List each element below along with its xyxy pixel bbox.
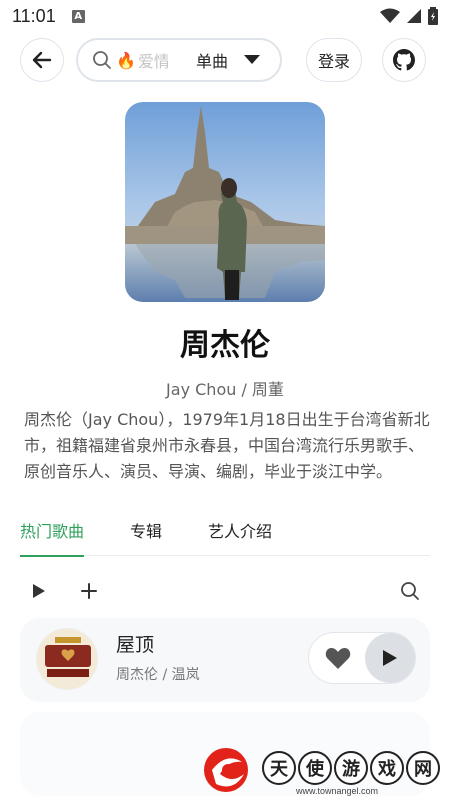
tab-bar: 热门歌曲 专辑 艺人介绍 [20, 508, 430, 557]
search-type-select[interactable]: 单曲 [196, 40, 260, 80]
notification-icon: A [71, 9, 85, 23]
play-all-button[interactable] [22, 574, 56, 608]
search-icon [401, 582, 419, 600]
plus-icon [81, 583, 97, 599]
search-icon [93, 51, 111, 69]
watermark-char: 天 [262, 751, 296, 785]
artist-alias: Jay Chou / 周董 [166, 380, 284, 399]
watermark-char: 网 [406, 751, 440, 785]
search-placeholder: 爱情 [137, 52, 168, 71]
album-art [37, 629, 97, 689]
top-bar: 🔥 爱情 单曲 登录 [0, 38, 450, 84]
song-toolbar [20, 574, 430, 608]
search-type-label: 单曲 [195, 52, 228, 71]
search-box[interactable]: 🔥 爱情 单曲 [76, 38, 282, 82]
caret-down-icon [244, 55, 260, 64]
song-title: 屋顶 [116, 634, 155, 656]
login-button[interactable]: 登录 [306, 38, 362, 82]
artist-bio[interactable]: 周杰伦（Jay Chou），1979年1月18日出生于台湾省新北市，祖籍福建省泉… [24, 407, 430, 485]
github-button[interactable] [382, 38, 426, 82]
arrow-left-icon [32, 51, 52, 69]
watermark-char: 游 [334, 751, 368, 785]
battery-icon [428, 7, 438, 25]
artist-photo [125, 102, 325, 302]
tab-artist-intro[interactable]: 艺人介绍 [208, 508, 272, 556]
play-song-button[interactable] [365, 633, 415, 683]
watermark-url: www.townangel.com [296, 786, 379, 796]
search-songs-button[interactable] [393, 574, 427, 608]
status-icons [380, 7, 438, 25]
tab-hot-songs[interactable]: 热门歌曲 [20, 508, 85, 557]
fire-icon: 🔥 [116, 50, 136, 70]
song-actions [308, 632, 416, 684]
site-logo-icon [204, 748, 248, 792]
play-icon [33, 584, 45, 598]
signal-icon [407, 9, 421, 23]
heart-icon [325, 648, 351, 669]
like-button[interactable] [325, 646, 351, 672]
wifi-icon [380, 8, 400, 23]
artist-name: 周杰伦 [180, 328, 270, 363]
song-cover [36, 628, 98, 690]
status-bar: 11:01 A [0, 0, 450, 32]
tab-albums[interactable]: 专辑 [130, 508, 162, 556]
status-time: 11:01 [12, 5, 56, 26]
watermark-char: 使 [298, 751, 332, 785]
song-artist: 周杰伦 / 温岚 [116, 667, 200, 683]
watermark: 天 使 游 戏 网 www.townangel.com [198, 738, 448, 798]
watermark-char: 戏 [370, 751, 404, 785]
add-button[interactable] [72, 574, 106, 608]
song-row[interactable]: 屋顶 周杰伦 / 温岚 [20, 618, 430, 702]
back-button[interactable] [20, 38, 64, 82]
github-icon [393, 49, 415, 71]
login-label: 登录 [317, 52, 350, 71]
watermark-chars: 天 使 游 戏 网 [262, 751, 440, 785]
play-icon [383, 650, 397, 666]
artist-cover [125, 102, 325, 302]
